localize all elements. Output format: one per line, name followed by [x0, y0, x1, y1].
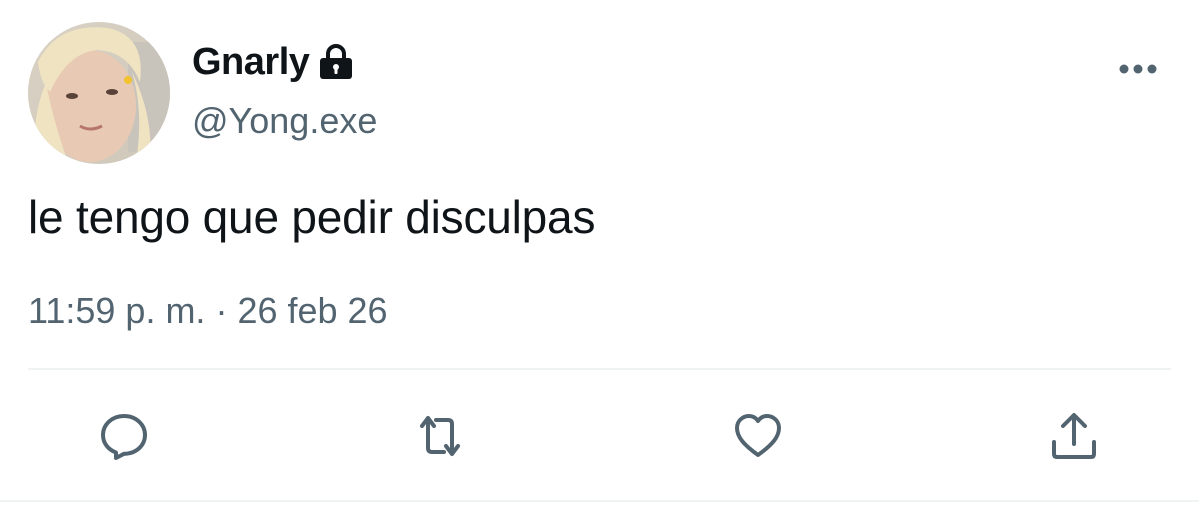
tweet-meta: 11:59 p. m. · 26 feb 26 [28, 290, 388, 332]
tweet-date[interactable]: 26 feb 26 [237, 290, 387, 332]
user-handle[interactable]: @Yong.exe [192, 100, 377, 142]
share-upload-icon [1052, 413, 1096, 459]
display-name[interactable]: Gnarly [192, 41, 310, 84]
avatar-image [28, 22, 170, 164]
more-horizontal-icon[interactable] [1116, 56, 1160, 82]
divider [28, 368, 1171, 370]
retweet-icon [420, 416, 460, 456]
tweet-text: le tengo que pedir disculpas [28, 191, 596, 243]
heart-icon [735, 414, 781, 457]
bottom-divider [0, 500, 1199, 502]
lock-icon [317, 43, 355, 81]
name-row: Gnarly [192, 38, 355, 86]
tweet-card: Gnarly @Yong.exe le tengo que pedir disc… [0, 0, 1199, 519]
meta-separator: · [215, 290, 228, 331]
share-button[interactable] [1046, 408, 1102, 464]
like-button[interactable] [730, 408, 786, 464]
reply-bubble-icon [101, 414, 147, 460]
tweet-time[interactable]: 11:59 p. m. [28, 290, 205, 332]
retweet-button[interactable] [412, 408, 468, 464]
avatar[interactable] [28, 22, 170, 164]
reply-button[interactable] [96, 408, 152, 464]
